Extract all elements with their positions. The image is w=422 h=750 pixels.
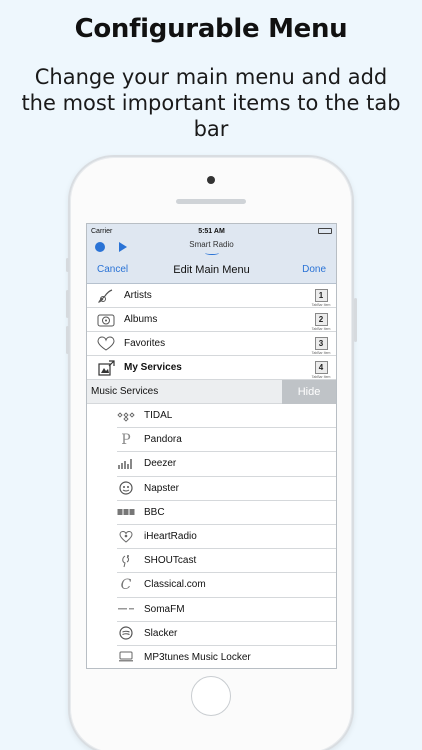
play-icon[interactable] (119, 242, 127, 252)
menu-item-label: Favorites (124, 338, 166, 349)
service-label: iHeartRadio (144, 531, 197, 543)
service-item-iheartradio[interactable]: iHeartRadio (87, 524, 336, 550)
phone-side-button (66, 258, 69, 272)
battery-icon (317, 228, 332, 234)
service-item-mp3tunes[interactable]: MP3tunes Music Locker (87, 645, 336, 668)
shoutcast-icon (117, 554, 135, 568)
chevron-down-icon[interactable] (205, 251, 219, 255)
music-services-header: Music Services Hide (87, 379, 336, 404)
tabbar-slot-3[interactable]: 3 TabBar Item (310, 333, 332, 355)
menu-item-my-services[interactable]: My Services 4 TabBar Item (87, 356, 336, 380)
menu-item-artists[interactable]: Artists 1 TabBar Item (87, 284, 336, 308)
promo-subline: Change your main menu and add the most i… (21, 65, 401, 141)
cancel-button[interactable]: Cancel (97, 264, 147, 275)
menu-item-favorites[interactable]: Favorites 3 TabBar Item (87, 332, 336, 356)
home-button[interactable] (191, 676, 231, 716)
service-item-napster[interactable]: Napster (87, 476, 336, 501)
tabbar-caption: TabBar Item (311, 326, 331, 331)
service-label: Pandora (144, 434, 182, 446)
status-bar: Carrier 5:51 AM (87, 224, 336, 238)
phone-camera (207, 176, 215, 184)
service-item-classical[interactable]: C Classical.com (87, 573, 336, 598)
guitar-icon (97, 288, 115, 304)
phone-volume-down (66, 326, 69, 354)
menu-item-label: My Services (124, 362, 182, 373)
service-label: Slacker (144, 627, 178, 639)
somafm-icon (117, 602, 135, 616)
tabbar-slot-1[interactable]: 1 TabBar Item (310, 285, 332, 307)
service-label: SomaFM (144, 603, 185, 615)
battery-indicator (252, 228, 332, 234)
player-bar: Smart Radio (87, 238, 336, 256)
tabbar-caption: TabBar Item (311, 302, 331, 307)
tidal-icon (117, 409, 135, 423)
phone-power-button (354, 298, 357, 342)
service-item-bbc[interactable]: BBC (87, 500, 336, 525)
tabbar-number: 1 (314, 288, 328, 302)
service-label: Classical.com (144, 579, 206, 591)
service-item-shoutcast[interactable]: SHOUTcast (87, 549, 336, 574)
service-item-pandora[interactable]: P Pandora (87, 428, 336, 453)
service-label: TIDAL (144, 410, 173, 422)
service-item-tidal[interactable]: TIDAL (87, 404, 336, 429)
tabbar-caption: TabBar Item (311, 350, 331, 355)
slacker-icon (117, 626, 135, 640)
app-screen: Carrier 5:51 AM Smart Radio Cancel Edit … (86, 223, 337, 669)
done-button[interactable]: Done (276, 264, 326, 275)
service-item-slacker[interactable]: Slacker (87, 621, 336, 646)
tabbar-number: 4 (314, 360, 328, 374)
service-item-deezer[interactable]: Deezer (87, 452, 336, 477)
tabbar-slot-2[interactable]: 2 TabBar Item (310, 309, 332, 331)
section-label: Music Services (91, 386, 159, 397)
hide-button[interactable]: Hide (282, 379, 336, 404)
tabbar-slot-4[interactable]: 4 TabBar Item (310, 357, 332, 379)
page-title: Edit Main Menu (173, 263, 250, 276)
mp3tunes-icon (117, 650, 135, 664)
tabbar-caption: TabBar Item (311, 374, 331, 379)
services-icon (97, 359, 115, 376)
bbc-icon (117, 505, 135, 519)
tabbar-number: 3 (314, 336, 328, 350)
phone-volume-up (66, 290, 69, 318)
service-label: Napster (144, 482, 180, 494)
phone-speaker (176, 199, 246, 204)
album-icon (97, 312, 115, 328)
status-time: 5:51 AM (198, 227, 225, 235)
service-label: MP3tunes Music Locker (144, 651, 251, 663)
deezer-icon (117, 457, 135, 471)
service-label: BBC (144, 506, 165, 518)
menu-item-albums[interactable]: Albums 2 TabBar Item (87, 308, 336, 332)
menu-item-label: Albums (124, 314, 158, 325)
promo-headline: Configurable Menu (74, 14, 348, 44)
navigation-bar: Cancel Edit Main Menu Done (87, 256, 336, 284)
napster-icon (117, 481, 135, 495)
classical-icon: C (120, 576, 132, 593)
iheartradio-icon (117, 530, 135, 544)
menu-item-label: Artists (124, 290, 152, 301)
tabbar-number: 2 (314, 312, 328, 326)
carrier-label: Carrier (91, 227, 113, 235)
heart-icon (97, 335, 115, 352)
power-icon[interactable] (95, 242, 105, 252)
service-label: Deezer (144, 458, 177, 470)
service-label: SHOUTcast (144, 555, 197, 567)
pandora-icon: P (121, 431, 131, 448)
service-item-somafm[interactable]: SomaFM (87, 597, 336, 622)
